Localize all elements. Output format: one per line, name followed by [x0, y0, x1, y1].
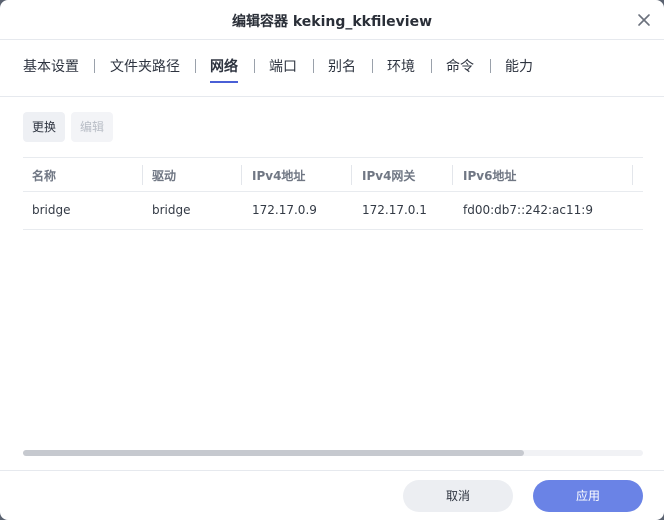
tab-label: 命令 — [446, 59, 474, 75]
cell-ipv4-gateway: 172.17.0.1 — [362, 203, 427, 217]
tab-capabilities[interactable]: 能力 — [505, 57, 533, 77]
tab-folder-path[interactable]: 文件夹路径 — [110, 57, 180, 77]
column-resizer[interactable] — [142, 165, 143, 185]
cell-driver: bridge — [152, 203, 191, 217]
table-header: 名称 驱动 IPv4地址 IPv4网关 IPv6地址 — [23, 157, 643, 192]
tab-label: 文件夹路径 — [110, 59, 180, 75]
cancel-button[interactable]: 取消 — [403, 480, 513, 512]
close-button[interactable] — [636, 12, 652, 28]
tab-bar: 基本设置 文件夹路径 网络 端口 别名 环境 命令 能力 — [0, 40, 664, 97]
scrollbar-thumb[interactable] — [23, 450, 524, 456]
tab-aliases[interactable]: 别名 — [328, 57, 356, 77]
tab-divider — [254, 59, 255, 73]
edit-button: 编辑 — [71, 112, 113, 142]
replace-button[interactable]: 更换 — [23, 112, 65, 142]
active-tab-indicator — [210, 81, 238, 83]
column-header-name[interactable]: 名称 — [32, 167, 56, 184]
tab-command[interactable]: 命令 — [446, 57, 474, 77]
tab-divider — [195, 59, 196, 73]
column-resizer[interactable] — [351, 165, 352, 185]
tab-label: 基本设置 — [23, 59, 79, 75]
column-header-ipv6-address[interactable]: IPv6地址 — [463, 167, 516, 184]
title-bar: 编辑容器 keking_kkfileview — [0, 0, 664, 40]
column-resizer[interactable] — [452, 165, 453, 185]
cell-ipv6-address: fd00:db7::242:ac11:9 — [463, 203, 593, 217]
dialog-footer: 取消 应用 — [0, 470, 664, 520]
horizontal-scrollbar[interactable] — [23, 450, 643, 456]
column-header-driver[interactable]: 驱动 — [152, 167, 176, 184]
tab-divider — [94, 59, 95, 73]
tab-label: 端口 — [269, 59, 297, 75]
network-table: 名称 驱动 IPv4地址 IPv4网关 IPv6地址 bridge bridge… — [23, 157, 643, 230]
tab-label: 环境 — [387, 59, 415, 75]
table-row[interactable]: bridge bridge 172.17.0.9 172.17.0.1 fd00… — [23, 192, 643, 230]
tab-ports[interactable]: 端口 — [269, 57, 297, 77]
tab-divider — [490, 59, 491, 73]
tab-network[interactable]: 网络 — [210, 57, 238, 83]
dialog-title: 编辑容器 keking_kkfileview — [231, 14, 433, 30]
tab-label: 网络 — [210, 59, 238, 75]
tab-environment[interactable]: 环境 — [387, 57, 415, 77]
column-resizer[interactable] — [241, 165, 242, 185]
cell-name: bridge — [32, 203, 71, 217]
edit-container-dialog: 编辑容器 keking_kkfileview 基本设置 文件夹路径 网络 端口 … — [0, 0, 664, 520]
column-header-ipv4-address[interactable]: IPv4地址 — [252, 167, 305, 184]
tab-divider — [313, 59, 314, 73]
cell-ipv4-address: 172.17.0.9 — [252, 203, 317, 217]
tab-divider — [431, 59, 432, 73]
column-resizer[interactable] — [632, 165, 633, 185]
tab-label: 能力 — [505, 59, 533, 75]
column-header-ipv4-gateway[interactable]: IPv4网关 — [362, 167, 415, 184]
tab-basic-settings[interactable]: 基本设置 — [23, 57, 79, 77]
tab-label: 别名 — [328, 59, 356, 75]
close-icon — [638, 14, 650, 26]
tab-divider — [372, 59, 373, 73]
apply-button[interactable]: 应用 — [533, 480, 643, 512]
